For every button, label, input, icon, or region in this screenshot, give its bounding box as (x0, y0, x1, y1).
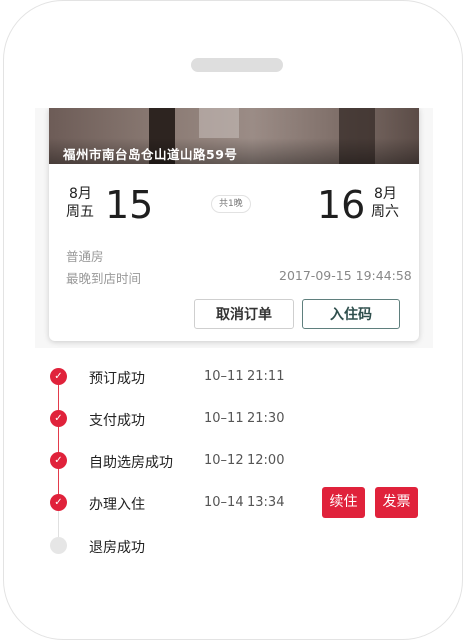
timeline-time: 21:30 (247, 411, 285, 426)
timeline-label: 办理入住 (89, 497, 145, 513)
timeline-date: 10–11 (204, 411, 244, 426)
timeline-label: 自助选房成功 (89, 455, 173, 471)
timeline-label: 退房成功 (89, 540, 145, 556)
pending-circle-icon (50, 537, 67, 554)
checkout-weekday: 周六 (371, 204, 399, 220)
timeline-label: 预订成功 (89, 371, 145, 387)
screen: 福州市南台岛仓山道山路59号 8月 周五 15 共1晚 16 8月 周六 普通房… (35, 108, 433, 573)
check-icon: ✓ (50, 368, 67, 385)
order-card: 福州市南台岛仓山道山路59号 8月 周五 15 共1晚 16 8月 周六 普通房… (49, 108, 419, 341)
room-type: 普通房 (66, 249, 104, 264)
latest-arrival-value: 2017-09-15 19:44:58 (279, 268, 412, 283)
timeline-label: 支付成功 (89, 413, 145, 429)
timeline-time: 12:00 (247, 453, 285, 468)
photo-figure (199, 108, 239, 138)
check-icon: ✓ (50, 452, 67, 469)
checkout-month: 8月 (374, 186, 397, 202)
hotel-photo: 福州市南台岛仓山道山路59号 (49, 108, 419, 164)
latest-arrival-label: 最晚到店时间 (66, 271, 142, 286)
checkin-code-button[interactable]: 入住码 (302, 299, 400, 329)
checkin-day: 15 (105, 183, 154, 227)
cancel-order-button[interactable]: 取消订单 (194, 299, 294, 329)
timeline-date: 10–12 (204, 453, 244, 468)
timeline-date: 10–14 (204, 495, 244, 510)
phone-speaker (191, 58, 283, 72)
timeline-time: 13:34 (247, 495, 285, 510)
timeline-line-done (58, 377, 59, 502)
check-icon: ✓ (50, 410, 67, 427)
nights-badge: 共1晚 (211, 195, 251, 213)
timeline-date: 10–11 (204, 369, 244, 384)
hotel-address: 福州市南台岛仓山道山路59号 (63, 147, 238, 162)
checkout-day: 16 (317, 183, 366, 227)
invoice-button[interactable]: 发票 (375, 487, 418, 518)
timeline-time: 21:11 (247, 369, 285, 384)
checkin-month: 8月 (69, 186, 92, 202)
checkin-weekday: 周五 (66, 204, 94, 220)
check-icon: ✓ (50, 494, 67, 511)
order-card-area: 福州市南台岛仓山道山路59号 8月 周五 15 共1晚 16 8月 周六 普通房… (35, 108, 433, 348)
extend-stay-button[interactable]: 续住 (322, 487, 365, 518)
